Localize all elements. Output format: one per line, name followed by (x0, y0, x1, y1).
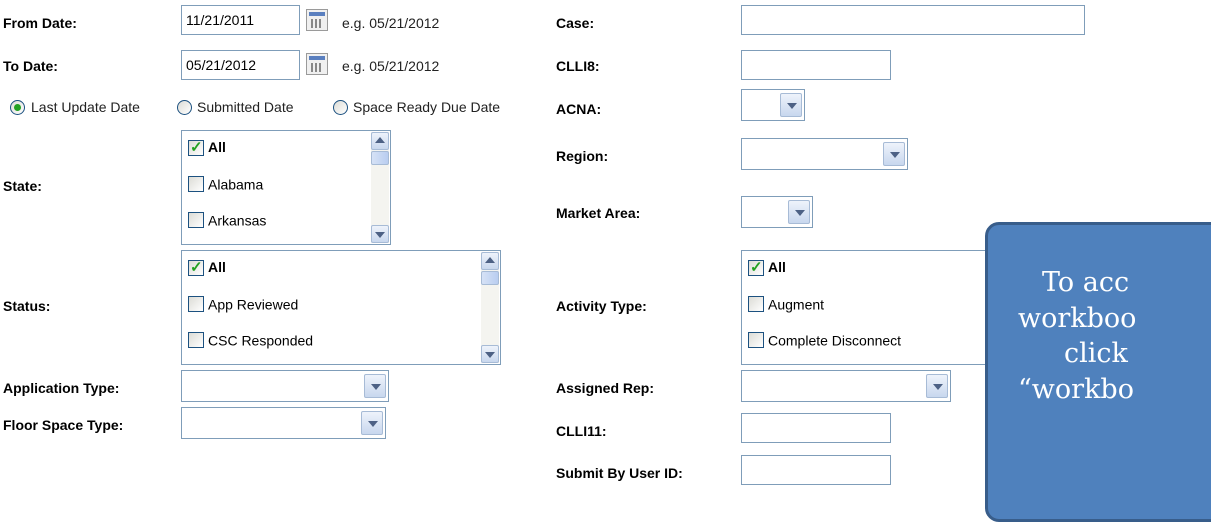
calendar-icon[interactable] (306, 9, 328, 31)
radio-space-ready-due-date[interactable] (333, 100, 348, 115)
callout-line: click (1064, 338, 1128, 369)
chevron-down-icon[interactable] (361, 411, 383, 435)
floor-space-type-label: Floor Space Type: (3, 417, 124, 433)
assigned-rep-label: Assigned Rep: (556, 380, 655, 396)
market-area-select[interactable] (741, 196, 813, 228)
scroll-thumb[interactable] (481, 271, 499, 285)
application-type-select[interactable] (181, 370, 389, 402)
region-select[interactable] (741, 138, 908, 170)
list-item[interactable]: All (748, 258, 786, 281)
state-label: State: (3, 178, 42, 194)
instruction-callout: To acc workboo click “workbo (985, 222, 1211, 522)
status-listbox[interactable]: All App Reviewed CSC Responded (181, 250, 501, 365)
acna-select[interactable] (741, 89, 805, 121)
radio-submitted-date[interactable] (177, 100, 192, 115)
list-item[interactable]: Alabama (188, 175, 263, 197)
submit-by-user-id-label: Submit By User ID: (556, 465, 683, 481)
list-item[interactable]: All (188, 258, 226, 281)
radio-label-last-update-date: Last Update Date (31, 99, 140, 115)
callout-line: workboo (1018, 303, 1137, 334)
list-item[interactable]: App Reviewed (188, 295, 298, 317)
clli11-label: CLLI11: (556, 423, 607, 439)
scroll-down-icon[interactable] (481, 345, 499, 363)
checkbox-icon[interactable] (188, 176, 204, 193)
checkbox-checked-icon[interactable] (188, 138, 204, 157)
chevron-down-icon[interactable] (780, 93, 802, 117)
checkbox-icon[interactable] (748, 332, 764, 349)
clli8-label: CLLI8: (556, 58, 600, 74)
calendar-icon[interactable] (306, 53, 328, 75)
application-type-label: Application Type: (3, 380, 120, 396)
radio-label-submitted-date: Submitted Date (197, 99, 294, 115)
chevron-down-icon[interactable] (788, 200, 810, 224)
to-date-hint: e.g. 05/21/2012 (342, 58, 440, 74)
list-item[interactable]: CSC Responded (188, 331, 313, 353)
from-date-input[interactable] (181, 5, 300, 35)
activity-type-label: Activity Type: (556, 298, 647, 314)
status-label: Status: (3, 298, 51, 314)
list-item[interactable]: Augment (748, 295, 824, 317)
list-item[interactable]: Arkansas (188, 211, 266, 233)
market-area-label: Market Area: (556, 205, 641, 221)
chevron-down-icon[interactable] (926, 374, 948, 398)
case-input[interactable] (741, 5, 1085, 35)
scroll-up-icon[interactable] (371, 132, 389, 150)
checkbox-checked-icon[interactable] (188, 258, 204, 277)
checkbox-icon[interactable] (188, 332, 204, 349)
checkbox-icon[interactable] (188, 212, 204, 229)
region-label: Region: (556, 148, 609, 164)
activity-type-listbox[interactable]: All Augment Complete Disconnect (741, 250, 1001, 365)
checkbox-icon[interactable] (748, 296, 764, 313)
checkbox-icon[interactable] (188, 296, 204, 313)
scroll-thumb[interactable] (371, 151, 389, 165)
to-date-input[interactable] (181, 50, 300, 80)
clli8-input[interactable] (741, 50, 891, 80)
acna-label: ACNA: (556, 101, 602, 117)
chevron-down-icon[interactable] (364, 374, 386, 398)
scroll-down-icon[interactable] (371, 225, 389, 243)
to-date-label: To Date: (3, 58, 58, 74)
submit-by-user-id-input[interactable] (741, 455, 891, 485)
assigned-rep-select[interactable] (741, 370, 951, 402)
chevron-down-icon[interactable] (883, 142, 905, 166)
radio-last-update-date[interactable] (10, 100, 25, 115)
case-label: Case: (556, 15, 595, 31)
clli11-input[interactable] (741, 413, 891, 443)
list-item[interactable]: Complete Disconnect (748, 331, 901, 353)
scrollbar[interactable] (371, 132, 389, 243)
from-date-label: From Date: (3, 15, 77, 31)
callout-line: “workbo (1018, 374, 1134, 405)
state-listbox[interactable]: All Alabama Arkansas (181, 130, 391, 245)
scrollbar[interactable] (481, 252, 499, 363)
list-item[interactable]: All (188, 138, 226, 161)
floor-space-type-select[interactable] (181, 407, 386, 439)
callout-line: To acc (1042, 267, 1130, 298)
from-date-hint: e.g. 05/21/2012 (342, 15, 440, 31)
radio-label-space-ready-due-date: Space Ready Due Date (353, 99, 501, 115)
scroll-up-icon[interactable] (481, 252, 499, 270)
checkbox-checked-icon[interactable] (748, 258, 764, 277)
